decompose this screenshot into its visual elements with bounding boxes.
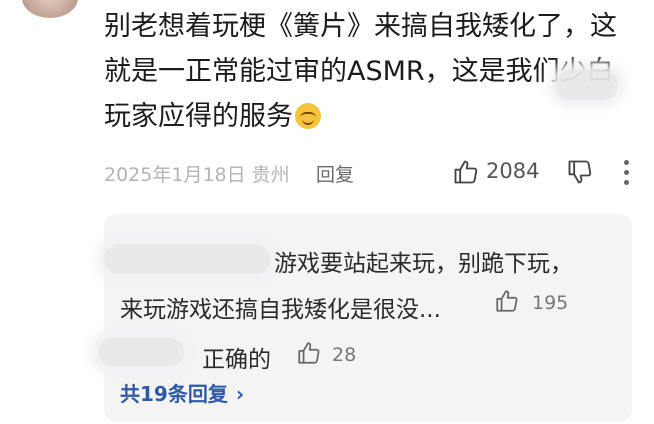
- reply-text: 正确的: [202, 347, 271, 373]
- avatar[interactable]: [22, 0, 78, 18]
- comment-date: 2025年1月18日 贵州: [104, 164, 290, 186]
- comment-text: 别老想着玩梗《簧片》来搞自我矮化了，这就是一正常能过审的ASMR，这是我们少白玩…: [104, 4, 640, 139]
- reply-text: 游戏要站起来玩，别跪下玩，: [274, 251, 573, 277]
- reply-text: 来玩游戏还搞自我矮化是很没...: [120, 297, 441, 323]
- more-options-icon[interactable]: [624, 160, 630, 186]
- view-all-replies-link[interactable]: 共19条回复 ›: [120, 378, 244, 407]
- reply-button[interactable]: 回复: [316, 160, 354, 187]
- blurred-username: [556, 70, 618, 100]
- thumbs-up-icon[interactable]: [452, 158, 480, 190]
- replies-box: 游戏要站起来玩，别跪下玩， 来玩游戏还搞自我矮化是很没... 195 正确的 2…: [98, 214, 632, 422]
- chevron-right-icon: ›: [235, 382, 245, 406]
- thumbs-up-icon[interactable]: [494, 288, 520, 318]
- reply-like-count: 195: [532, 292, 569, 314]
- thumbs-up-icon[interactable]: [296, 340, 322, 370]
- thumbs-down-icon[interactable]: [566, 158, 594, 190]
- like-count: 2084: [486, 159, 540, 183]
- blurred-username: [104, 244, 270, 274]
- blurred-username: [98, 338, 184, 366]
- reply-like-count: 28: [332, 344, 357, 366]
- smiling-face-icon: [295, 103, 321, 129]
- comment-body: 别老想着玩梗《簧片》来搞自我矮化了，这就是一正常能过审的ASMR，这是我们少白玩…: [104, 11, 617, 132]
- comment-meta: 2025年1月18日 贵州 回复 2084: [104, 152, 644, 192]
